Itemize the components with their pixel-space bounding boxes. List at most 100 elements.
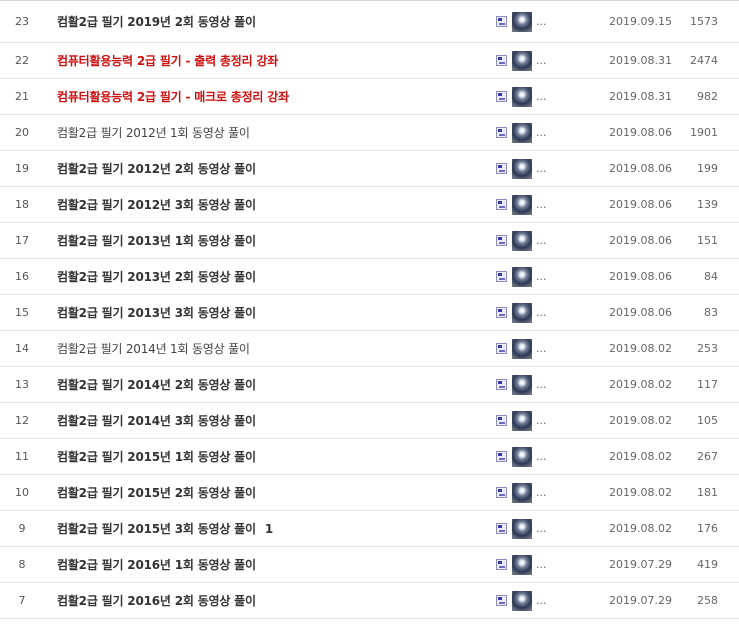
member-avatar-icon xyxy=(512,266,532,287)
post-title-text: 컴활2급 필기 2012년 2회 동영상 풀이 xyxy=(57,162,256,176)
post-views: 419 xyxy=(697,558,718,571)
post-title-link[interactable]: 컴활2급 필기 2013년 1회 동영상 풀이 xyxy=(57,223,256,258)
post-title-link[interactable]: 컴활2급 필기 2013년 2회 동영상 풀이 xyxy=(57,259,256,294)
post-views: 151 xyxy=(697,234,718,247)
post-views: 83 xyxy=(704,306,718,319)
member-avatar-icon xyxy=(512,122,532,143)
post-author[interactable]: ... xyxy=(496,259,566,294)
post-number: 13 xyxy=(15,378,29,391)
post-title-link[interactable]: 컴활2급 필기 2016년 1회 동영상 풀이 xyxy=(57,547,256,582)
post-author[interactable]: ... xyxy=(496,43,566,78)
post-title-link[interactable]: 컴활2급 필기 2014년 3회 동영상 풀이 xyxy=(57,403,256,438)
member-avatar-icon xyxy=(512,302,532,323)
post-title-text: 컴활2급 필기 2014년 2회 동영상 풀이 xyxy=(57,378,256,392)
post-title-link[interactable]: 컴활2급 필기 2014년 1회 동영상 풀이 xyxy=(57,331,250,366)
post-title-link[interactable]: 컴퓨터활용능력 2급 필기 - 출력 총정리 강좌 xyxy=(57,43,278,78)
post-title-link[interactable]: 컴활2급 필기 2016년 2회 동영상 풀이 xyxy=(57,583,256,618)
post-title-link[interactable]: 컴활2급 필기 2015년 2회 동영상 풀이 xyxy=(57,475,256,510)
post-author[interactable]: ... xyxy=(496,547,566,582)
post-title-link[interactable]: 컴활2급 필기 2012년 2회 동영상 풀이 xyxy=(57,151,256,186)
post-author[interactable]: ... xyxy=(496,511,566,546)
post-views: 1573 xyxy=(690,15,718,28)
post-author[interactable]: ... xyxy=(496,331,566,366)
post-row: 13 컴활2급 필기 2014년 2회 동영상 풀이... 2019.08.02 11… xyxy=(0,367,739,403)
post-author[interactable]: ... xyxy=(496,223,566,258)
post-views: 258 xyxy=(697,594,718,607)
post-views: 176 xyxy=(697,522,718,535)
post-views: 267 xyxy=(697,450,718,463)
post-number: 15 xyxy=(15,306,29,319)
post-title-link[interactable]: 컴활2급 필기 2013년 3회 동영상 풀이 xyxy=(57,295,256,330)
post-author[interactable]: ... xyxy=(496,79,566,114)
member-level-icon xyxy=(496,415,507,426)
post-views: 139 xyxy=(697,198,718,211)
post-author[interactable]: ... xyxy=(496,115,566,150)
member-level-icon xyxy=(496,343,507,354)
member-level-icon xyxy=(496,523,507,534)
post-title-text: 컴활2급 필기 2015년 2회 동영상 풀이 xyxy=(57,486,256,500)
post-title-link[interactable]: 컴활2급 필기 2019년 2회 동영상 풀이 xyxy=(57,1,256,42)
post-views: 982 xyxy=(697,90,718,103)
post-author[interactable]: ... xyxy=(496,1,566,42)
member-level-icon xyxy=(496,127,507,138)
post-title-text: 컴퓨터활용능력 2급 필기 - 매크로 총정리 강좌 xyxy=(57,90,289,104)
author-name: ... xyxy=(536,378,547,391)
member-level-icon xyxy=(496,559,507,570)
post-title-text: 컴활2급 필기 2019년 2회 동영상 풀이 xyxy=(57,15,256,29)
post-author[interactable]: ... xyxy=(496,187,566,222)
post-number: 12 xyxy=(15,414,29,427)
member-avatar-icon xyxy=(512,194,532,215)
post-title-text: 컴활2급 필기 2015년 1회 동영상 풀이 xyxy=(57,450,256,464)
post-views: 253 xyxy=(697,342,718,355)
post-title-link[interactable]: 컴활2급 필기 2012년 3회 동영상 풀이 xyxy=(57,187,256,222)
author-name: ... xyxy=(536,414,547,427)
post-author[interactable]: ... xyxy=(496,475,566,510)
member-level-icon xyxy=(496,199,507,210)
author-name: ... xyxy=(536,306,547,319)
comment-count[interactable]: 1 xyxy=(265,522,273,536)
post-row: 14 컴활2급 필기 2014년 1회 동영상 풀이... 2019.08.02 25… xyxy=(0,331,739,367)
post-views: 84 xyxy=(704,270,718,283)
post-author[interactable]: ... xyxy=(496,583,566,618)
author-name: ... xyxy=(536,90,547,103)
post-row: 19 컴활2급 필기 2012년 2회 동영상 풀이... 2019.08.06 19… xyxy=(0,151,739,187)
post-title-text: 컴활2급 필기 2012년 3회 동영상 풀이 xyxy=(57,198,256,212)
post-author[interactable]: ... xyxy=(496,295,566,330)
post-number: 11 xyxy=(15,450,29,463)
post-row: 20 컴활2급 필기 2012년 1회 동영상 풀이... 2019.08.06 19… xyxy=(0,115,739,151)
post-title-link[interactable]: 컴퓨터활용능력 2급 필기 - 매크로 총정리 강좌 xyxy=(57,79,289,114)
post-row: 15 컴활2급 필기 2013년 3회 동영상 풀이... 2019.08.06 83 xyxy=(0,295,739,331)
post-title-link[interactable]: 컴활2급 필기 2015년 1회 동영상 풀이 xyxy=(57,439,256,474)
post-title-link[interactable]: 컴활2급 필기 2014년 2회 동영상 풀이 xyxy=(57,367,256,402)
post-title-link[interactable]: 컴활2급 필기 2012년 1회 동영상 풀이 xyxy=(57,115,250,150)
member-level-icon xyxy=(496,451,507,462)
post-number: 17 xyxy=(15,234,29,247)
post-title-text: 컴활2급 필기 2013년 1회 동영상 풀이 xyxy=(57,234,256,248)
post-author[interactable]: ... xyxy=(496,367,566,402)
post-title-text: 컴활2급 필기 2013년 2회 동영상 풀이 xyxy=(57,270,256,284)
member-avatar-icon xyxy=(512,158,532,179)
author-name: ... xyxy=(536,486,547,499)
member-avatar-icon xyxy=(512,518,532,539)
post-title-link[interactable]: 컴활2급 필기 2015년 3회 동영상 풀이 1 xyxy=(57,511,273,546)
member-level-icon xyxy=(496,163,507,174)
post-row: 23 컴활2급 필기 2019년 2회 동영상 풀이... 2019.09.15 15… xyxy=(0,1,739,43)
member-level-icon xyxy=(496,595,507,606)
post-row: 16 컴활2급 필기 2013년 2회 동영상 풀이... 2019.08.06 84 xyxy=(0,259,739,295)
member-level-icon xyxy=(496,271,507,282)
member-avatar-icon xyxy=(512,50,532,71)
author-name: ... xyxy=(536,450,547,463)
member-avatar-icon xyxy=(512,410,532,431)
post-title-text: 컴퓨터활용능력 2급 필기 - 출력 총정리 강좌 xyxy=(57,54,279,68)
post-row: 7 컴활2급 필기 2016년 2회 동영상 풀이... 2019.07.29 258 xyxy=(0,583,739,619)
post-number: 8 xyxy=(18,558,26,571)
author-name: ... xyxy=(536,126,547,139)
post-author[interactable]: ... xyxy=(496,439,566,474)
post-row: 8 컴활2급 필기 2016년 1회 동영상 풀이... 2019.07.29 419 xyxy=(0,547,739,583)
post-author[interactable]: ... xyxy=(496,151,566,186)
author-name: ... xyxy=(536,54,547,67)
post-views: 181 xyxy=(697,486,718,499)
member-level-icon xyxy=(496,487,507,498)
post-views: 1901 xyxy=(690,126,718,139)
post-author[interactable]: ... xyxy=(496,403,566,438)
